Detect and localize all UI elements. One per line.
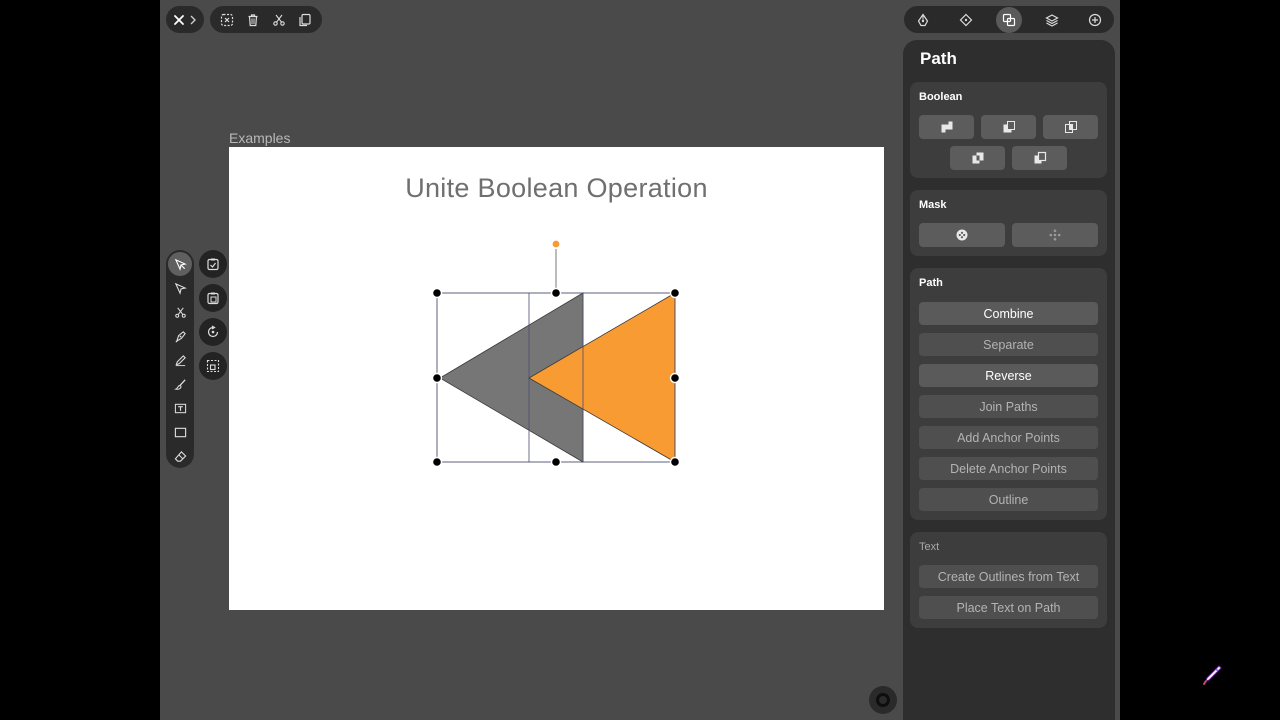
resize-handle-right[interactable]	[669, 372, 681, 384]
release-mask-icon	[1049, 229, 1061, 241]
subtract-front-button[interactable]	[981, 115, 1036, 139]
intersect-icon	[1064, 121, 1077, 133]
rotation-handle[interactable]	[550, 239, 561, 250]
reverse-button[interactable]: Reverse	[919, 364, 1098, 387]
resize-handle-left[interactable]	[431, 372, 443, 384]
app-workspace: Examples Unite Boolean Operation Path Bo…	[160, 0, 1120, 720]
pencil-icon[interactable]	[168, 348, 192, 372]
add-anchor-points-button[interactable]: Add Anchor Points	[919, 426, 1098, 449]
deselect-icon[interactable]	[214, 7, 240, 33]
eraser-icon[interactable]	[168, 444, 192, 468]
intersect-button[interactable]	[1043, 115, 1098, 139]
scissors-icon[interactable]	[168, 300, 192, 324]
close-pill	[166, 6, 204, 33]
chevron-right-icon[interactable]	[188, 7, 198, 33]
trash-icon[interactable]	[240, 7, 266, 33]
boolean-section: Boolean	[910, 82, 1107, 178]
divide-icon	[1034, 151, 1046, 164]
place-text-on-path-button[interactable]: Place Text on Path	[919, 596, 1098, 619]
mask-section-title: Mask	[919, 199, 947, 211]
scissors-icon[interactable]	[266, 7, 292, 33]
add-icon[interactable]	[1082, 7, 1108, 33]
resize-handle-bottom[interactable]	[550, 456, 562, 468]
subtract-front-icon	[1003, 121, 1015, 133]
brush-icon[interactable]	[168, 372, 192, 396]
panel-title: Path	[920, 49, 957, 68]
select-arrow-icon[interactable]	[168, 252, 192, 276]
duplicate-icon[interactable]	[292, 7, 318, 33]
layers-icon[interactable]	[1039, 7, 1065, 33]
path-section-title: Path	[919, 277, 943, 289]
outline-button[interactable]: Outline	[919, 488, 1098, 511]
unite-icon	[941, 121, 952, 133]
resize-handle-bottom-left[interactable]	[431, 456, 443, 468]
unite-button[interactable]	[919, 115, 974, 139]
top-actions-bar	[210, 6, 322, 33]
inspector-tabs	[904, 6, 1114, 33]
exclude-icon	[972, 152, 983, 164]
record-icon	[876, 693, 890, 707]
close-icon[interactable]	[172, 7, 186, 33]
exclude-button[interactable]	[950, 146, 1005, 170]
inspector-panel: Path Boolean Mask Path Combine Separate …	[903, 40, 1115, 720]
rectangle-icon[interactable]	[168, 420, 192, 444]
side-actions	[199, 250, 227, 386]
text-section-title: Text	[919, 541, 940, 553]
app-pencil-icon	[1203, 665, 1222, 685]
anchor-point-icon[interactable]	[953, 7, 979, 33]
combine-button[interactable]: Combine	[919, 302, 1098, 325]
delete-anchor-points-button[interactable]: Delete Anchor Points	[919, 457, 1098, 480]
transform-icon[interactable]	[199, 352, 227, 380]
paste-in-place-icon[interactable]	[199, 250, 227, 278]
resize-handle-bottom-right[interactable]	[669, 456, 681, 468]
join-paths-button[interactable]: Join Paths	[919, 395, 1098, 418]
create-outlines-button[interactable]: Create Outlines from Text	[919, 565, 1098, 588]
mask-icon	[956, 229, 968, 241]
path-section: Path Combine Separate Reverse Join Paths…	[910, 268, 1107, 520]
resize-handle-top-left[interactable]	[431, 287, 443, 299]
artboard-canvas[interactable]: Unite Boolean Operation	[229, 147, 884, 610]
pen-nib-icon[interactable]	[910, 7, 936, 33]
text-tool-icon[interactable]	[168, 396, 192, 420]
separate-button[interactable]: Separate	[919, 333, 1098, 356]
direct-select-icon[interactable]	[168, 276, 192, 300]
paste-icon[interactable]	[199, 284, 227, 312]
boolean-section-title: Boolean	[919, 91, 963, 103]
release-mask-button[interactable]	[1012, 223, 1098, 247]
mask-button[interactable]	[919, 223, 1005, 247]
text-section: Text Create Outlines from Text Place Tex…	[910, 532, 1107, 628]
rotate-icon[interactable]	[199, 318, 227, 346]
resize-handle-top[interactable]	[550, 287, 562, 299]
resize-handle-top-right[interactable]	[669, 287, 681, 299]
pen-tool-icon[interactable]	[168, 324, 192, 348]
tool-strip	[166, 250, 194, 468]
document-label: Examples	[229, 130, 291, 146]
artwork-svg	[431, 239, 681, 468]
path-ops-icon[interactable]	[996, 6, 1022, 33]
divide-button[interactable]	[1012, 146, 1067, 170]
mask-section: Mask	[910, 190, 1107, 256]
record-button[interactable]	[869, 686, 897, 714]
